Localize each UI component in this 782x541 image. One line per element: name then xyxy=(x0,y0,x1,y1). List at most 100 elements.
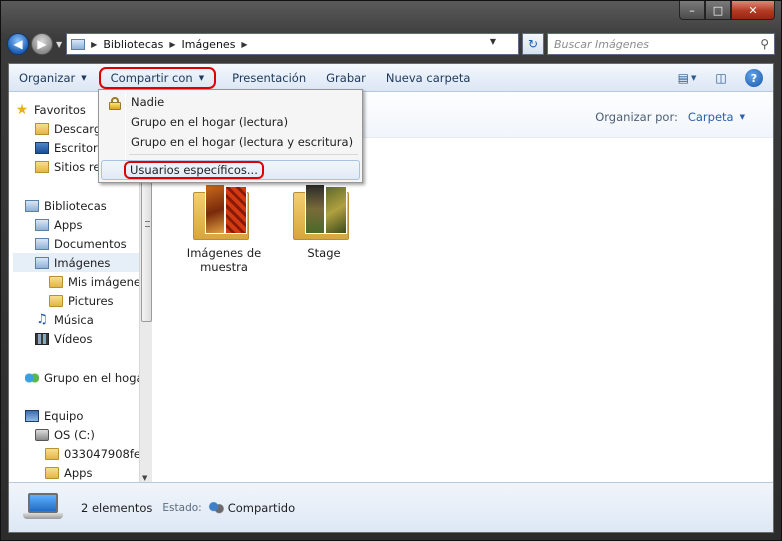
chevron-down-icon: ▼ xyxy=(81,73,87,82)
scroll-down-icon[interactable]: ▼ xyxy=(142,474,147,482)
nav-music[interactable]: ♫ Música xyxy=(35,310,139,329)
shared-users-icon xyxy=(207,500,224,515)
search-icon[interactable]: ⚲ xyxy=(760,37,769,51)
nav-my-images[interactable]: Mis imágenes xyxy=(49,272,139,291)
state-value: Compartido xyxy=(227,500,296,515)
nav-libraries[interactable]: Bibliotecas xyxy=(25,196,139,215)
breadcrumb-separator[interactable]: ▶ xyxy=(241,40,247,49)
folder-label: Imágenes de muestra xyxy=(186,246,262,274)
menu-item-label: Grupo en el hogar (lectura) xyxy=(131,115,289,129)
nav-label: Favoritos xyxy=(34,102,86,117)
documents-icon xyxy=(35,237,49,250)
minimize-button[interactable]: – xyxy=(679,1,705,20)
drive-icon xyxy=(35,428,49,441)
nav-label: Grupo en el hogar xyxy=(44,370,139,385)
folder-icon xyxy=(45,466,59,479)
nav-homegroup[interactable]: Grupo en el hogar xyxy=(25,368,139,387)
folder-icon xyxy=(49,294,63,307)
search-box[interactable]: ⚲ xyxy=(547,33,775,55)
help-button[interactable]: ? xyxy=(745,69,763,87)
menu-item-label: Nadie xyxy=(131,95,165,109)
view-controls: ▤ ▼ ◫ ? xyxy=(663,68,763,88)
slideshow-button[interactable]: Presentación xyxy=(222,66,316,90)
organize-label: Organizar xyxy=(19,70,76,85)
nav-videos[interactable]: Vídeos xyxy=(35,329,139,348)
arrange-by: Organizar por: Carpeta ▼ xyxy=(595,110,745,124)
nav-computer[interactable]: Equipo xyxy=(25,406,139,425)
nav-label: Documentos xyxy=(54,236,127,251)
chevron-down-icon[interactable]: ▼ xyxy=(740,113,745,124)
recent-pages-dropdown[interactable]: ▼ xyxy=(56,40,62,49)
burn-button[interactable]: Grabar xyxy=(316,66,376,90)
share-label: Compartir con xyxy=(110,70,193,85)
back-button[interactable]: ◀ xyxy=(7,33,29,55)
nav-label: Mis imágenes xyxy=(68,274,139,289)
search-input[interactable] xyxy=(554,37,744,51)
lock-icon xyxy=(109,97,121,110)
nav-pictures[interactable]: Pictures xyxy=(49,291,139,310)
forward-button[interactable]: ▶ xyxy=(31,33,53,55)
music-note-icon: ♫ xyxy=(36,311,48,327)
command-bar: Organizar ▼ Compartir con ▼ Presentación G… xyxy=(9,64,773,92)
organize-button[interactable]: Organizar ▼ xyxy=(9,66,97,90)
nav-label: 033047908fecc3 xyxy=(64,446,139,461)
breadcrumb-libraries[interactable]: Bibliotecas xyxy=(103,38,163,51)
menu-item-nobody[interactable]: Nadie xyxy=(101,92,360,112)
view-icon: ▤ xyxy=(677,71,689,85)
breadcrumb-separator[interactable]: ▶ xyxy=(169,40,175,49)
address-dropdown[interactable]: ▼ xyxy=(490,37,496,46)
maximize-button[interactable]: □ xyxy=(705,1,731,20)
grip-icon xyxy=(145,221,150,227)
nav-drive-c[interactable]: OS (C:) xyxy=(35,425,139,444)
new-folder-button[interactable]: Nueva carpeta xyxy=(376,66,481,90)
nav-label: Música xyxy=(54,312,94,327)
view-options-button[interactable]: ▤ ▼ xyxy=(677,68,697,88)
folder-item[interactable]: Imágenes de muestra xyxy=(174,184,274,274)
address-bar[interactable]: ▶ Bibliotecas ▶ Imágenes ▶ ▼ xyxy=(66,33,519,55)
explorer-window: – □ ✕ ◀ ▶ ▼ ▶ Bibliotecas ▶ Imágenes ▶ ▼… xyxy=(0,0,782,541)
item-count: 2 elementos xyxy=(81,500,153,515)
caption-buttons: – □ ✕ xyxy=(679,1,775,21)
close-button[interactable]: ✕ xyxy=(731,1,775,20)
chevron-down-icon: ▼ xyxy=(690,74,697,82)
slideshow-label: Presentación xyxy=(232,70,307,85)
menu-item-label: Grupo en el hogar (lectura y escritura) xyxy=(131,135,354,149)
state-label: Estado: xyxy=(162,501,202,514)
apps-library-icon xyxy=(35,218,49,231)
nav-label: Equipo xyxy=(44,408,84,423)
refresh-button[interactable]: ↻ xyxy=(522,33,544,55)
nav-label: OS (C:) xyxy=(54,427,95,442)
arrange-label: Organizar por: xyxy=(595,110,678,124)
folder-thumbnail-icon xyxy=(189,184,259,242)
share-with-menu: Nadie Grupo en el hogar (lectura) Grupo … xyxy=(98,89,363,183)
library-icon xyxy=(71,38,86,50)
breadcrumb-images[interactable]: Imágenes xyxy=(182,38,236,51)
share-with-button[interactable]: Compartir con ▼ xyxy=(98,66,217,89)
chevron-down-icon: ▼ xyxy=(198,73,205,82)
new-folder-label: Nueva carpeta xyxy=(385,70,471,85)
library-icon xyxy=(25,199,39,212)
menu-item-homegroup-read[interactable]: Grupo en el hogar (lectura) xyxy=(101,112,360,132)
nav-folder-hash[interactable]: 033047908fecc3 xyxy=(45,444,139,463)
nav-images[interactable]: Imágenes xyxy=(13,253,139,272)
menu-item-specific-users[interactable]: Usuarios específicos... xyxy=(101,160,360,180)
arrange-value-dropdown[interactable]: Carpeta xyxy=(688,110,734,124)
video-icon xyxy=(35,332,49,345)
nav-documents[interactable]: Documentos xyxy=(35,234,139,253)
menu-item-homegroup-readwrite[interactable]: Grupo en el hogar (lectura y escritura) xyxy=(101,132,360,152)
laptop-icon xyxy=(23,492,63,523)
star-icon: ★ xyxy=(15,101,29,118)
folder-item[interactable]: Stage xyxy=(274,184,374,260)
recent-places-icon xyxy=(35,160,49,173)
arrow-right-icon: ▶ xyxy=(37,37,47,51)
nav-apps[interactable]: Apps xyxy=(35,215,139,234)
breadcrumb-separator[interactable]: ▶ xyxy=(91,40,97,49)
menu-item-label: Usuarios específicos... xyxy=(124,161,264,179)
preview-pane-icon: ◫ xyxy=(715,71,727,85)
folder-thumbnail-icon xyxy=(289,184,359,242)
refresh-icon: ↻ xyxy=(527,37,539,51)
preview-pane-button[interactable]: ◫ xyxy=(711,68,731,88)
folder-label: Stage xyxy=(307,246,341,260)
nav-label: Pictures xyxy=(68,293,114,308)
nav-apps-folder[interactable]: Apps xyxy=(45,463,139,482)
